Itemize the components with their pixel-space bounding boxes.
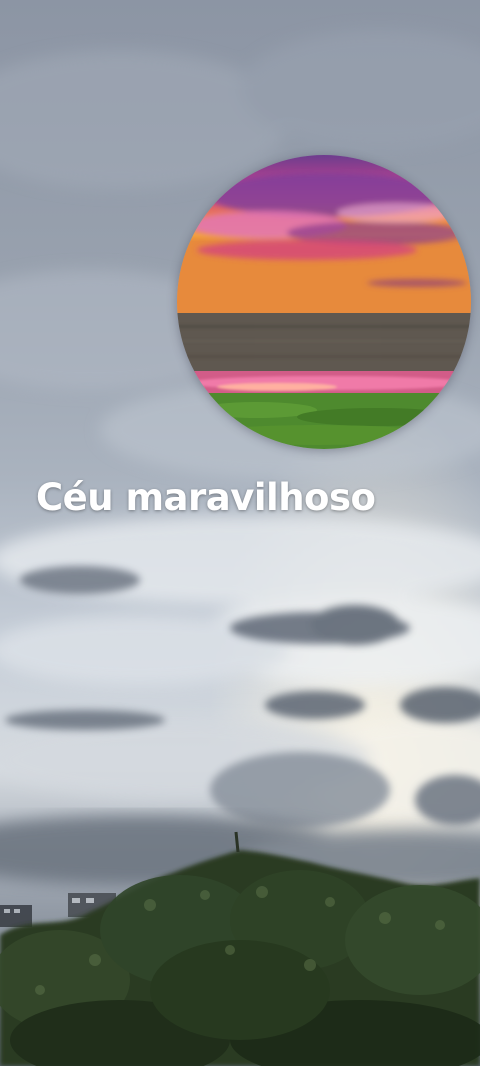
photo-frame: Céu maravilhoso [0, 0, 480, 1066]
sunset-inset-photo [177, 155, 471, 449]
sky-background-photo [0, 0, 480, 1066]
photo-caption: Céu maravilhoso [36, 476, 376, 519]
